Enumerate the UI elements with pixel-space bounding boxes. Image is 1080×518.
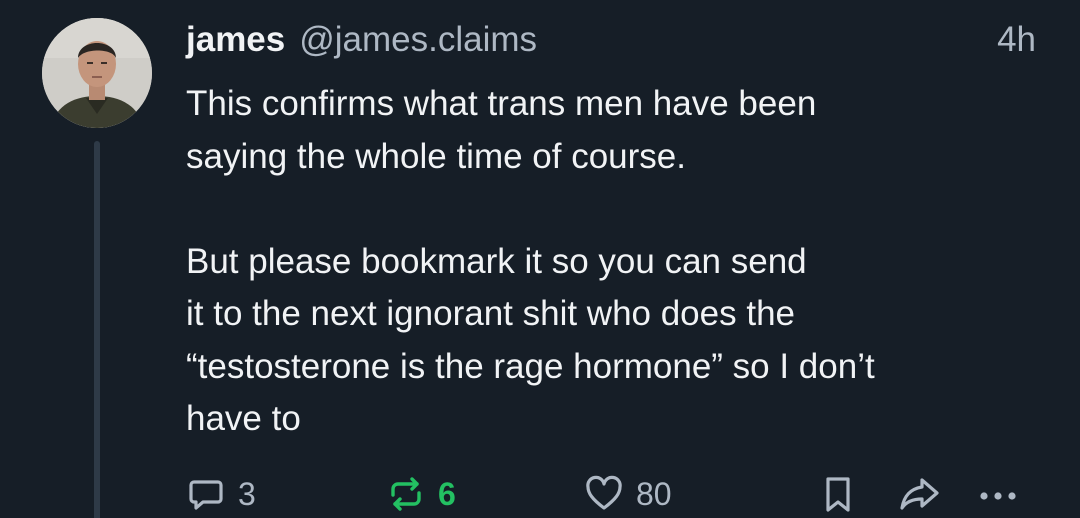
post-body-line: have to [186, 399, 301, 438]
more-options-button[interactable] [976, 470, 1020, 518]
paragraph-break [186, 183, 1046, 236]
post-body-line: saying the whole time of course. [186, 136, 686, 176]
bookmark-icon [826, 477, 850, 512]
heart-icon [586, 475, 622, 510]
post-body-line: But please bookmark it so you can send [186, 241, 807, 281]
like-button[interactable]: 80 [584, 470, 672, 518]
author-handle[interactable]: @james.claims [299, 20, 537, 60]
avatar-image [42, 18, 152, 128]
post-timestamp[interactable]: 4h [997, 20, 1036, 60]
repost-count: 6 [438, 475, 456, 512]
post-body-line: “testosterone is the rage hormone” so I … [186, 346, 875, 386]
post[interactable]: james @james.claims 4h This confirms wha… [0, 0, 1080, 518]
post-body: This confirms what trans men have been s… [186, 78, 1046, 446]
post-body-line: it to the next ignorant shit who does th… [186, 294, 795, 333]
thread-line [94, 141, 100, 518]
more-dots-icon [980, 492, 1016, 500]
author-display-name[interactable]: james [186, 20, 285, 60]
avatar[interactable] [42, 18, 152, 128]
repost-button[interactable]: 6 [386, 470, 456, 518]
post-body-line: This confirms what trans men have been [186, 84, 817, 123]
speech-bubble-icon [189, 480, 223, 510]
bookmark-button[interactable] [818, 470, 858, 518]
post-actions: 3 6 80 [186, 470, 1046, 518]
post-header: james @james.claims [186, 20, 537, 64]
reply-count: 3 [238, 475, 256, 512]
like-count: 80 [636, 475, 672, 512]
share-arrow-icon [900, 478, 939, 510]
share-button[interactable] [898, 470, 942, 518]
reply-button[interactable]: 3 [186, 470, 256, 518]
repost-arrows-icon [391, 477, 421, 511]
